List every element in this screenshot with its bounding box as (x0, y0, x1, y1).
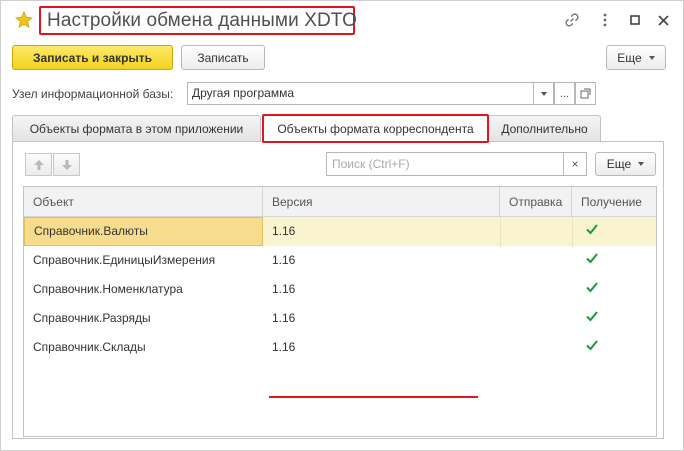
table-row[interactable]: Справочник.Склады 1.16 (24, 333, 656, 362)
table-header: Объект Версия Отправка Получение (24, 187, 656, 217)
open-icon[interactable] (575, 82, 596, 105)
more-vertical-icon[interactable] (596, 11, 614, 29)
title-bar: Настройки обмена данными XDTO (1, 1, 683, 41)
node-dropdown-button[interactable] (533, 82, 554, 105)
highlight-underline (269, 396, 478, 398)
cell-object: Справочник.Валюты (24, 217, 263, 246)
chevron-down-icon (648, 55, 655, 60)
star-icon[interactable] (15, 11, 33, 29)
panel-more-button[interactable]: Еще (595, 152, 656, 176)
arrow-down-icon (61, 159, 72, 170)
cell-object: Справочник.Номенклатура (33, 282, 183, 296)
tab-additional[interactable]: Дополнительно (488, 115, 601, 142)
chevron-down-icon (540, 91, 547, 96)
cell-object: Справочник.Разряды (33, 311, 151, 325)
node-field[interactable]: Другая программа (187, 82, 534, 105)
column-header-send[interactable]: Отправка (500, 187, 572, 217)
column-divider (572, 217, 573, 247)
table-row[interactable]: Справочник.Номенклатура 1.16 (24, 275, 656, 304)
close-icon[interactable] (654, 11, 672, 29)
close-icon[interactable]: × (563, 152, 587, 176)
save-button[interactable]: Записать (181, 45, 265, 70)
node-select-button[interactable]: ... (554, 82, 575, 105)
checkmark-icon[interactable] (585, 280, 599, 294)
save-and-close-button[interactable]: Записать и закрыть (12, 45, 173, 70)
checkmark-icon[interactable] (585, 222, 599, 236)
tab-correspondent-format-objects[interactable]: Объекты формата корреспондента (262, 114, 489, 143)
column-divider (500, 217, 501, 247)
cell-version: 1.16 (272, 311, 296, 325)
table-row[interactable]: Справочник.ЕдиницыИзмерения 1.16 (24, 246, 656, 275)
link-icon[interactable] (563, 11, 581, 29)
maximize-icon[interactable] (626, 11, 644, 29)
objects-table[interactable]: Объект Версия Отправка Получение Справоч… (23, 186, 657, 437)
cell-version: 1.16 (272, 340, 296, 354)
column-header-object[interactable]: Объект (24, 187, 263, 217)
table-row[interactable]: Справочник.Разряды 1.16 (24, 304, 656, 333)
arrow-up-icon (33, 159, 44, 170)
cell-object: Справочник.ЕдиницыИзмерения (33, 253, 216, 267)
column-header-receive[interactable]: Получение (572, 187, 656, 217)
settings-window: Настройки обмена данными XDTO Записать и… (0, 0, 684, 451)
cell-version: 1.16 (272, 224, 296, 238)
move-up-button[interactable] (25, 153, 52, 176)
window-title: Настройки обмена данными XDTO (47, 10, 358, 31)
more-menu-label: Еще (617, 50, 642, 65)
title-highlight: Настройки обмена данными XDTO (39, 6, 358, 35)
tab-app-format-objects[interactable]: Объекты формата в этом приложении (12, 115, 261, 142)
cell-version: 1.16 (272, 282, 296, 296)
checkmark-icon[interactable] (585, 309, 599, 323)
search-input[interactable]: Поиск (Ctrl+F) (326, 152, 563, 176)
chevron-down-icon (638, 162, 645, 166)
more-menu-button[interactable]: Еще (606, 45, 666, 70)
panel-more-label: Еще (606, 157, 632, 171)
table-row[interactable]: Справочник.Валюты 1.16 (24, 217, 656, 246)
move-down-button[interactable] (53, 153, 80, 176)
node-label: Узел информационной базы: (12, 87, 174, 101)
checkmark-icon[interactable] (585, 251, 599, 265)
cell-object: Справочник.Склады (33, 340, 146, 354)
checkmark-icon[interactable] (585, 338, 599, 352)
column-header-version[interactable]: Версия (263, 187, 500, 217)
cell-version: 1.16 (272, 253, 296, 267)
